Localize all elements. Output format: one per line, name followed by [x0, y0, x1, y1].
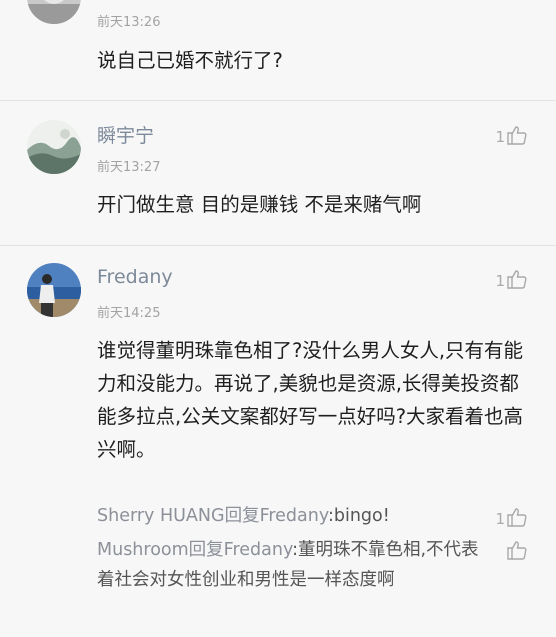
reply-target[interactable]: Fredany	[224, 540, 292, 560]
reply-text: :bingo!	[327, 506, 390, 526]
comment-time: 前天13:27	[97, 160, 161, 175]
thumbs-up-icon	[507, 270, 527, 289]
reply-target[interactable]: Fredany	[260, 506, 328, 526]
comment-author[interactable]: 瞬宇宁	[97, 121, 154, 148]
like-button[interactable]	[506, 539, 528, 561]
comment-time: 前天13:26	[97, 15, 161, 30]
avatar[interactable]	[27, 263, 81, 317]
reply-author[interactable]: Mushroom	[97, 540, 189, 560]
comment-text: 开门做生意 目的是赚钱 不是来赌气啊	[97, 193, 422, 216]
thumbs-up-icon	[507, 541, 527, 560]
like-count: 1	[495, 510, 505, 528]
thumbs-up-icon	[507, 508, 527, 527]
thumbs-up-icon	[507, 126, 527, 145]
avatar[interactable]	[27, 120, 81, 174]
reply-author[interactable]: Sherry HUANG	[97, 506, 225, 526]
divider	[0, 245, 556, 246]
reply-word: 回复	[224, 506, 260, 526]
like-count: 1	[495, 128, 505, 146]
like-count: 1	[495, 272, 505, 290]
like-button[interactable]: 1	[495, 268, 528, 290]
comment-author[interactable]: Fredany	[97, 266, 173, 288]
like-button[interactable]: 1	[495, 506, 528, 528]
reply-word: 回复	[188, 540, 224, 560]
comment-time: 前天14:25	[97, 306, 161, 321]
comment-text: 谁觉得董明珠靠色相了?没什么男人女人,只有有能力和没能力。再说了,美貌也是资源,…	[97, 339, 524, 461]
comment-text: 说自己已婚不就行了?	[97, 49, 283, 72]
reply-item: Sherry HUANG回复Fredany:bingo!	[97, 501, 492, 531]
avatar[interactable]	[27, 0, 81, 24]
divider	[0, 100, 556, 101]
reply-item: Mushroom回复Fredany:董明珠不靠色相,不代表着社会对女性创业和男性…	[97, 535, 492, 595]
like-button[interactable]: 1	[495, 124, 528, 146]
